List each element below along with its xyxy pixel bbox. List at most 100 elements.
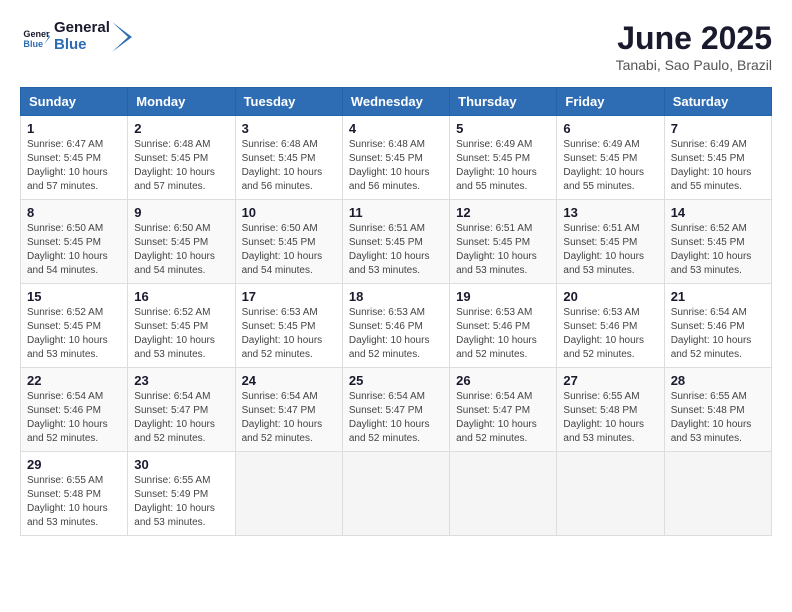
- day-number: 14: [671, 205, 765, 220]
- day-of-week-header: Monday: [128, 88, 235, 116]
- calendar-day-cell: [450, 452, 557, 536]
- day-number: 24: [242, 373, 336, 388]
- day-info: Sunrise: 6:54 AM Sunset: 5:47 PM Dayligh…: [349, 390, 443, 446]
- calendar-day-cell: 15Sunrise: 6:52 AM Sunset: 5:45 PM Dayli…: [21, 284, 128, 368]
- calendar-day-cell: 23 Sunrise: 6:54 AM Sunset: 5:47 PM Dayli…: [128, 368, 235, 452]
- day-info: Sunrise: 6:48 AM Sunset: 5:45 PM Dayligh…: [134, 138, 228, 194]
- day-info: Sunrise: 6:51 AM Sunset: 5:45 PM Dayligh…: [456, 222, 550, 278]
- day-info: Sunrise: 6:53 AM Sunset: 5:46 PM Dayligh…: [456, 306, 550, 362]
- day-number: 1: [27, 121, 121, 136]
- day-info: Sunrise: 6:54 AM Sunset: 5:46 PM Dayligh…: [671, 306, 765, 362]
- calendar-day-cell: [235, 452, 342, 536]
- day-info: Sunrise: 6:52 AM Sunset: 5:45 PM Dayligh…: [671, 222, 765, 278]
- day-of-week-header: Sunday: [21, 88, 128, 116]
- logo-arrow-icon: [112, 22, 136, 52]
- day-number: 25: [349, 373, 443, 388]
- day-number: 7: [671, 121, 765, 136]
- title-block: June 2025 Tanabi, Sao Paulo, Brazil: [616, 20, 772, 73]
- day-info: Sunrise: 6:54 AM Sunset: 5:46 PM Dayligh…: [27, 390, 121, 446]
- day-number: 17: [242, 289, 336, 304]
- day-of-week-header: Tuesday: [235, 88, 342, 116]
- calendar-table: SundayMondayTuesdayWednesdayThursdayFrid…: [20, 87, 772, 536]
- day-info: Sunrise: 6:52 AM Sunset: 5:45 PM Dayligh…: [27, 306, 121, 362]
- day-of-week-header: Wednesday: [342, 88, 449, 116]
- calendar-day-cell: 16 Sunrise: 6:52 AM Sunset: 5:45 PM Dayli…: [128, 284, 235, 368]
- day-number: 4: [349, 121, 443, 136]
- day-info: Sunrise: 6:50 AM Sunset: 5:45 PM Dayligh…: [242, 222, 336, 278]
- day-number: 20: [563, 289, 657, 304]
- day-of-week-header: Saturday: [664, 88, 771, 116]
- day-info: Sunrise: 6:50 AM Sunset: 5:45 PM Dayligh…: [134, 222, 228, 278]
- day-info: Sunrise: 6:55 AM Sunset: 5:48 PM Dayligh…: [27, 474, 121, 530]
- calendar-day-cell: 27Sunrise: 6:55 AM Sunset: 5:48 PM Dayli…: [557, 368, 664, 452]
- calendar-day-cell: 21 Sunrise: 6:54 AM Sunset: 5:46 PM Dayli…: [664, 284, 771, 368]
- day-info: Sunrise: 6:48 AM Sunset: 5:45 PM Dayligh…: [349, 138, 443, 194]
- svg-text:General: General: [23, 29, 50, 39]
- day-number: 3: [242, 121, 336, 136]
- calendar-day-cell: 29 Sunrise: 6:55 AM Sunset: 5:48 PM Dayli…: [21, 452, 128, 536]
- calendar-header-row: SundayMondayTuesdayWednesdayThursdayFrid…: [21, 88, 772, 116]
- calendar-day-cell: 6 Sunrise: 6:49 AM Sunset: 5:45 PM Daylig…: [557, 116, 664, 200]
- day-info: Sunrise: 6:48 AM Sunset: 5:45 PM Dayligh…: [242, 138, 336, 194]
- calendar-day-cell: 14 Sunrise: 6:52 AM Sunset: 5:45 PM Dayli…: [664, 200, 771, 284]
- day-info: Sunrise: 6:49 AM Sunset: 5:45 PM Dayligh…: [456, 138, 550, 194]
- day-info: Sunrise: 6:54 AM Sunset: 5:47 PM Dayligh…: [242, 390, 336, 446]
- day-number: 2: [134, 121, 228, 136]
- day-info: Sunrise: 6:49 AM Sunset: 5:45 PM Dayligh…: [671, 138, 765, 194]
- calendar-day-cell: 22 Sunrise: 6:54 AM Sunset: 5:46 PM Dayli…: [21, 368, 128, 452]
- calendar-day-cell: 24 Sunrise: 6:54 AM Sunset: 5:47 PM Dayli…: [235, 368, 342, 452]
- svg-text:Blue: Blue: [23, 38, 43, 48]
- calendar-day-cell: 13Sunrise: 6:51 AM Sunset: 5:45 PM Dayli…: [557, 200, 664, 284]
- day-info: Sunrise: 6:53 AM Sunset: 5:46 PM Dayligh…: [563, 306, 657, 362]
- calendar-week-row: 8 Sunrise: 6:50 AM Sunset: 5:45 PM Daylig…: [21, 200, 772, 284]
- calendar-day-cell: 26Sunrise: 6:54 AM Sunset: 5:47 PM Dayli…: [450, 368, 557, 452]
- day-number: 29: [27, 457, 121, 472]
- day-info: Sunrise: 6:52 AM Sunset: 5:45 PM Dayligh…: [134, 306, 228, 362]
- day-number: 18: [349, 289, 443, 304]
- day-number: 16: [134, 289, 228, 304]
- day-number: 12: [456, 205, 550, 220]
- day-info: Sunrise: 6:49 AM Sunset: 5:45 PM Dayligh…: [563, 138, 657, 194]
- calendar-day-cell: 8 Sunrise: 6:50 AM Sunset: 5:45 PM Daylig…: [21, 200, 128, 284]
- day-info: Sunrise: 6:54 AM Sunset: 5:47 PM Dayligh…: [134, 390, 228, 446]
- calendar-day-cell: 19 Sunrise: 6:53 AM Sunset: 5:46 PM Dayli…: [450, 284, 557, 368]
- day-number: 11: [349, 205, 443, 220]
- calendar-day-cell: 28Sunrise: 6:55 AM Sunset: 5:48 PM Dayli…: [664, 368, 771, 452]
- day-number: 23: [134, 373, 228, 388]
- calendar-week-row: 1 Sunrise: 6:47 AM Sunset: 5:45 PM Daylig…: [21, 116, 772, 200]
- day-number: 6: [563, 121, 657, 136]
- logo-general: General: [54, 20, 110, 37]
- calendar-day-cell: 2 Sunrise: 6:48 AM Sunset: 5:45 PM Daylig…: [128, 116, 235, 200]
- calendar-day-cell: 7 Sunrise: 6:49 AM Sunset: 5:45 PM Daylig…: [664, 116, 771, 200]
- calendar-day-cell: 4 Sunrise: 6:48 AM Sunset: 5:45 PM Daylig…: [342, 116, 449, 200]
- day-number: 8: [27, 205, 121, 220]
- day-info: Sunrise: 6:47 AM Sunset: 5:45 PM Dayligh…: [27, 138, 121, 194]
- location: Tanabi, Sao Paulo, Brazil: [616, 57, 772, 73]
- day-number: 19: [456, 289, 550, 304]
- day-number: 22: [27, 373, 121, 388]
- day-number: 21: [671, 289, 765, 304]
- day-info: Sunrise: 6:51 AM Sunset: 5:45 PM Dayligh…: [563, 222, 657, 278]
- calendar-day-cell: 30Sunrise: 6:55 AM Sunset: 5:49 PM Dayli…: [128, 452, 235, 536]
- calendar-day-cell: 10Sunrise: 6:50 AM Sunset: 5:45 PM Dayli…: [235, 200, 342, 284]
- calendar-day-cell: 9 Sunrise: 6:50 AM Sunset: 5:45 PM Daylig…: [128, 200, 235, 284]
- calendar-week-row: 22 Sunrise: 6:54 AM Sunset: 5:46 PM Dayli…: [21, 368, 772, 452]
- day-info: Sunrise: 6:51 AM Sunset: 5:45 PM Dayligh…: [349, 222, 443, 278]
- day-of-week-header: Thursday: [450, 88, 557, 116]
- calendar-day-cell: [664, 452, 771, 536]
- calendar-day-cell: 17Sunrise: 6:53 AM Sunset: 5:45 PM Dayli…: [235, 284, 342, 368]
- calendar-week-row: 15Sunrise: 6:52 AM Sunset: 5:45 PM Dayli…: [21, 284, 772, 368]
- day-number: 9: [134, 205, 228, 220]
- day-info: Sunrise: 6:54 AM Sunset: 5:47 PM Dayligh…: [456, 390, 550, 446]
- logo-blue: Blue: [54, 37, 110, 54]
- logo: General Blue General Blue: [20, 20, 136, 53]
- day-of-week-header: Friday: [557, 88, 664, 116]
- calendar-day-cell: 1 Sunrise: 6:47 AM Sunset: 5:45 PM Daylig…: [21, 116, 128, 200]
- calendar-day-cell: [342, 452, 449, 536]
- calendar-day-cell: 3 Sunrise: 6:48 AM Sunset: 5:45 PM Daylig…: [235, 116, 342, 200]
- day-info: Sunrise: 6:50 AM Sunset: 5:45 PM Dayligh…: [27, 222, 121, 278]
- calendar-day-cell: [557, 452, 664, 536]
- day-info: Sunrise: 6:53 AM Sunset: 5:46 PM Dayligh…: [349, 306, 443, 362]
- day-info: Sunrise: 6:55 AM Sunset: 5:48 PM Dayligh…: [671, 390, 765, 446]
- day-info: Sunrise: 6:55 AM Sunset: 5:48 PM Dayligh…: [563, 390, 657, 446]
